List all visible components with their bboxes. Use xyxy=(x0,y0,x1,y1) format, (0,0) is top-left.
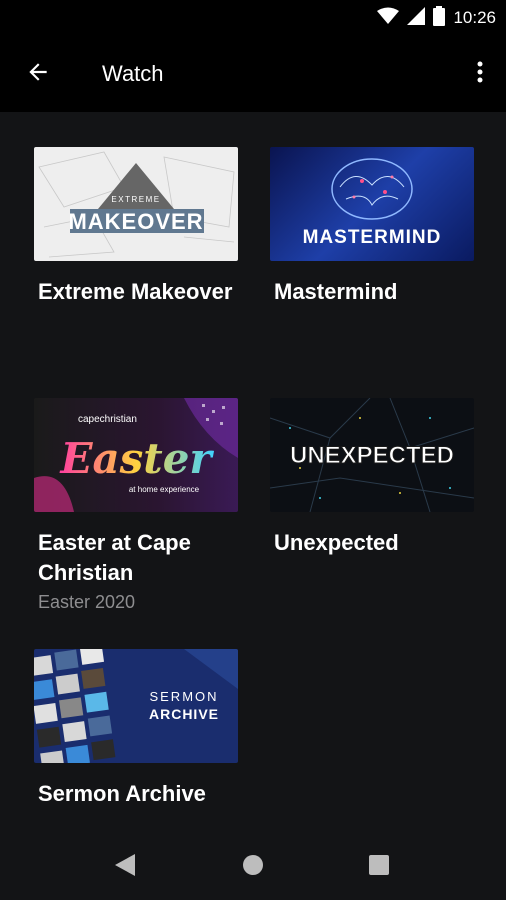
battery-icon xyxy=(433,5,446,31)
series-thumbnail[interactable]: SERMON ARCHIVE xyxy=(34,649,238,763)
overflow-menu-button[interactable] xyxy=(468,54,492,94)
archive-graphic: SERMON ARCHIVE xyxy=(34,649,238,763)
app-bar: Watch xyxy=(0,36,506,112)
nav-back-icon xyxy=(115,853,135,881)
shattered-graphic: UNEXPECTED xyxy=(270,398,474,512)
nav-home-icon xyxy=(242,854,264,881)
thumb-main-text: MAKEOVER xyxy=(68,209,203,234)
thumb-main-text: MASTERMIND xyxy=(303,227,442,248)
card-title: Unexpected xyxy=(274,530,399,555)
status-bar: 10:26 xyxy=(0,0,506,36)
signal-icon xyxy=(407,6,426,30)
thumb-main-text: UNEXPECTED xyxy=(290,442,454,469)
card-title: Extreme Makeover xyxy=(38,279,233,304)
series-card-unexpected[interactable]: UNEXPECTED Unexpected xyxy=(270,398,474,558)
series-card-sermon-archive[interactable]: SERMON ARCHIVE Sermon Archive xyxy=(34,649,238,809)
status-icons: 10:26 xyxy=(377,5,496,31)
card-subtitle: Easter 2020 xyxy=(38,592,136,612)
blueprint-graphic: EXTREME MAKEOVER xyxy=(38,151,235,258)
nav-home-button[interactable] xyxy=(238,852,268,882)
thumb-top-text: capechristian xyxy=(78,414,137,425)
easter-graphic: capechristian Easter at home experience xyxy=(34,398,238,512)
nav-back-button[interactable] xyxy=(110,852,140,882)
nav-recents-button[interactable] xyxy=(364,852,394,882)
arrow-left-icon xyxy=(25,59,51,90)
series-card-mastermind[interactable]: MASTERMIND Mastermind xyxy=(270,147,474,307)
brain-graphic: MASTERMIND xyxy=(303,158,442,248)
system-nav-bar xyxy=(0,834,506,900)
nav-recents-icon xyxy=(369,854,389,880)
card-title: Sermon Archive xyxy=(38,781,206,806)
back-button[interactable] xyxy=(18,54,58,94)
thumb-main-text: ARCHIVE xyxy=(149,706,219,722)
card-title: Easter at Cape Christian xyxy=(38,530,191,585)
series-thumbnail[interactable]: UNEXPECTED xyxy=(270,398,474,512)
clock: 10:26 xyxy=(453,8,496,27)
thumb-top-text: SERMON xyxy=(149,689,218,704)
more-vertical-icon xyxy=(477,61,483,88)
series-card-extreme-makeover[interactable]: EXTREME MAKEOVER Extreme Makeover xyxy=(34,147,238,307)
series-thumbnail[interactable]: MASTERMIND xyxy=(270,147,474,261)
series-thumbnail[interactable]: EXTREME MAKEOVER xyxy=(34,147,238,261)
thumb-top-text: EXTREME xyxy=(111,195,160,204)
card-title: Mastermind xyxy=(274,279,398,304)
series-card-easter[interactable]: capechristian Easter at home experience … xyxy=(34,398,238,613)
page-title: Watch xyxy=(102,61,164,86)
series-thumbnail[interactable]: capechristian Easter at home experience xyxy=(34,398,238,512)
thumb-main-text: Easter xyxy=(59,434,214,483)
wifi-icon xyxy=(377,7,400,30)
thumb-sub-text: at home experience xyxy=(129,485,200,494)
